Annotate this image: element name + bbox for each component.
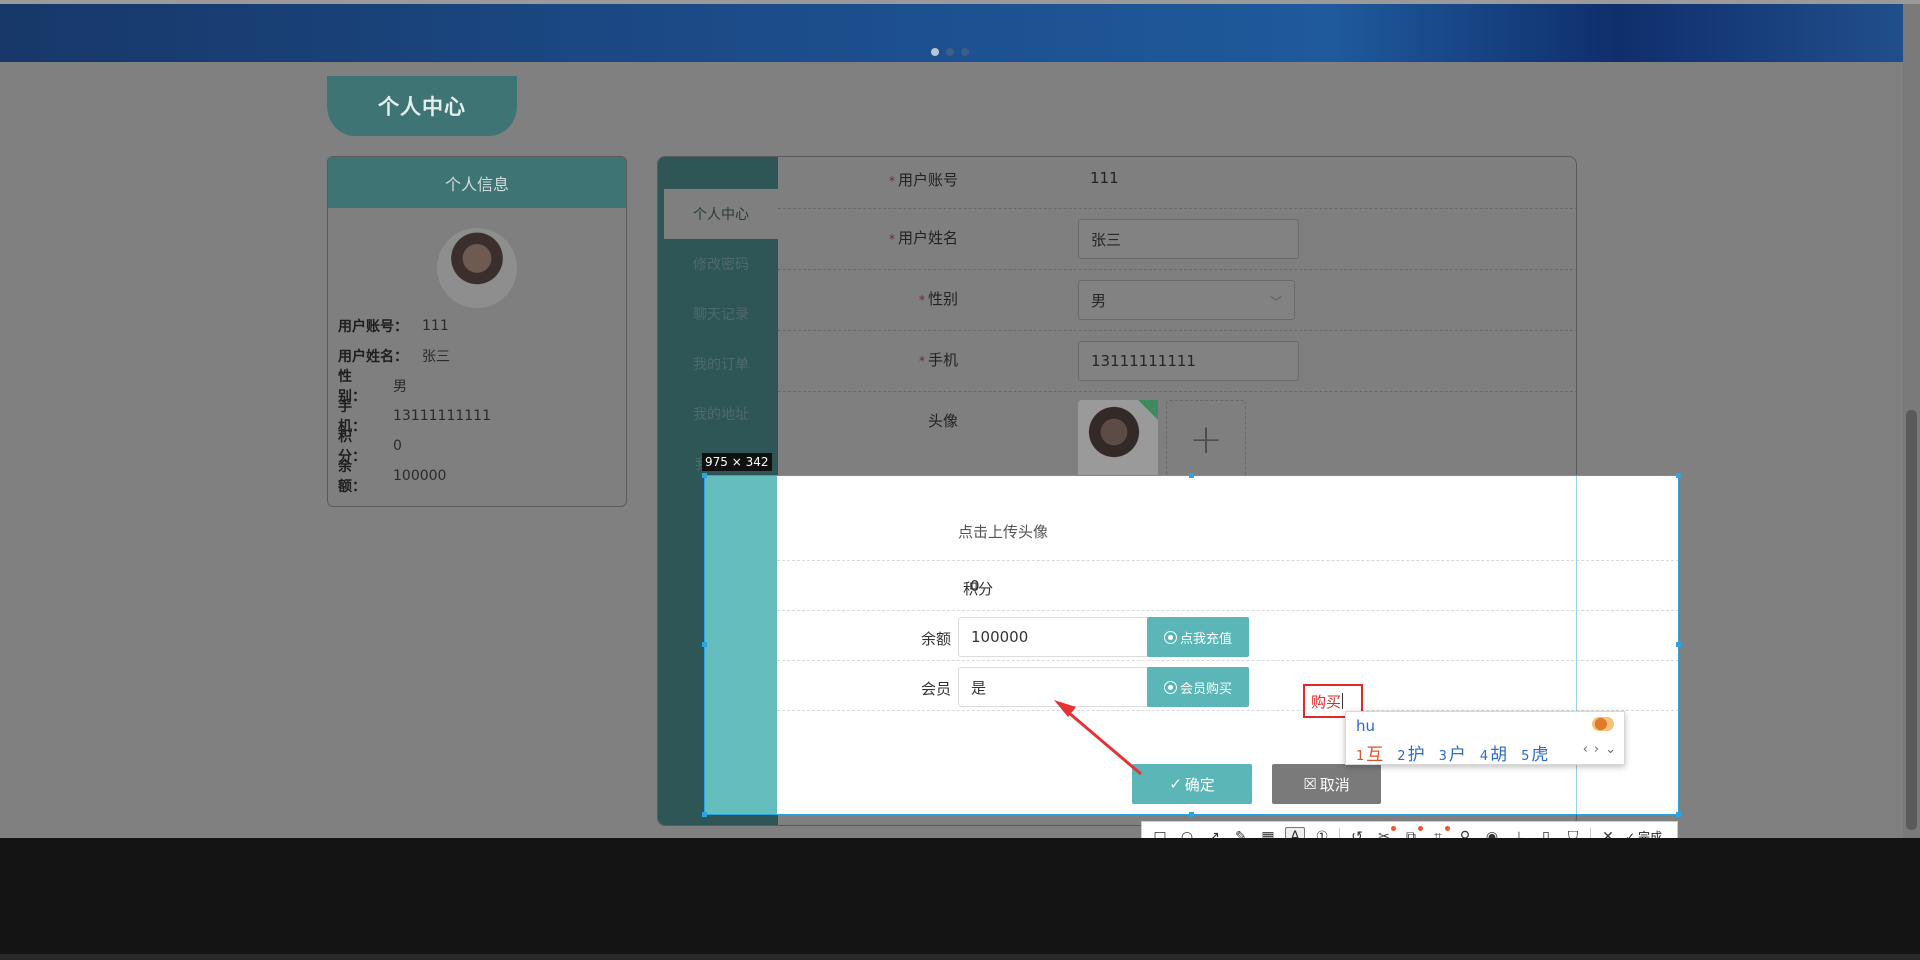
profile-value: 111 (422, 318, 449, 334)
banner-dot[interactable] (961, 48, 969, 56)
resize-handle[interactable] (1676, 812, 1681, 817)
resize-handle[interactable] (1676, 473, 1681, 478)
page-title: 个人中心 (327, 76, 517, 136)
ime-candidate[interactable]: 1互 (1356, 740, 1383, 765)
profile-value: 100000 (393, 468, 447, 484)
form-row-name: * 用户姓名 张三 (778, 209, 1576, 270)
account-label: * 用户账号 (888, 171, 958, 189)
chevron-right-icon[interactable]: › (1594, 742, 1599, 757)
side-nav-item-password[interactable]: 修改密码 (664, 239, 778, 289)
gender-label: * 性别 (918, 290, 958, 308)
resize-handle[interactable] (1676, 642, 1681, 647)
banner-dot[interactable] (931, 48, 939, 56)
form-row-account: * 用户账号 111 (778, 157, 1576, 209)
profile-card: 个人信息 用户账号： 111 用户姓名： 张三 性别：男 手机： 1311111111… (327, 156, 627, 507)
profile-value: 13111111111 (393, 408, 491, 424)
annotation-text: 购买 (1311, 692, 1342, 711)
phone-input[interactable]: 13111111111 (1078, 341, 1299, 381)
side-nav-item-chat[interactable]: 聊天记录 (664, 289, 778, 339)
resize-handle[interactable] (702, 473, 707, 478)
scrollbar-thumb[interactable] (1906, 410, 1917, 830)
banner-dot[interactable] (946, 48, 954, 56)
name-label: * 用户姓名 (888, 229, 958, 247)
ime-page-nav: ‹ › ⌄ (1583, 742, 1616, 757)
profile-card-header: 个人信息 (328, 157, 626, 208)
name-input[interactable]: 张三 (1078, 219, 1299, 259)
profile-info-list: 用户账号： 111 用户姓名： 张三 性别：男 手机： 13111111111 积分：… (338, 311, 491, 495)
ime-candidate-window: hu 1互 2护 3户 4胡 5虎 ‹ › ⌄ (1345, 711, 1625, 765)
avatar-label: 头像 (927, 412, 958, 430)
chevron-left-icon[interactable]: ‹ (1583, 742, 1588, 757)
profile-value: 张三 (422, 349, 450, 365)
footer-bar (0, 954, 1920, 960)
ime-candidate[interactable]: 2护 (1397, 740, 1424, 765)
resize-handle[interactable] (702, 642, 707, 647)
plus-icon: + (1189, 417, 1223, 463)
text-caret (1342, 693, 1344, 709)
avatar (437, 228, 517, 308)
form-row-gender: * 性别 男 ﹀ (778, 270, 1576, 331)
profile-label: 余额： (338, 459, 366, 495)
capture-size-label: 975 × 342 (702, 453, 772, 471)
side-nav-item-orders[interactable]: 我的订单 (664, 339, 778, 389)
ime-candidate[interactable]: 3户 (1439, 740, 1466, 765)
resize-handle[interactable] (1189, 473, 1194, 478)
ime-candidate[interactable]: 4胡 (1480, 740, 1507, 765)
ime-candidate[interactable]: 5虎 (1521, 740, 1548, 765)
ime-candidates: 1互 2护 3户 4胡 5虎 (1356, 740, 1548, 765)
arrow-shaft (1061, 705, 1142, 776)
check-icon (1138, 400, 1158, 420)
gender-select-value: 男 (1091, 291, 1107, 310)
avatar-thumbnail[interactable] (1078, 400, 1158, 480)
resize-handle[interactable] (702, 812, 707, 817)
gender-select[interactable]: 男 ﹀ (1078, 280, 1295, 320)
side-nav-item-profile[interactable]: 个人中心 (664, 189, 778, 239)
form-row-phone: * 手机 13111111111 (778, 331, 1576, 392)
profile-label: 用户姓名： (338, 349, 408, 365)
resize-handle[interactable] (1189, 812, 1194, 817)
chevron-down-icon[interactable]: ⌄ (1605, 742, 1616, 757)
ime-skin-icon[interactable] (1592, 717, 1614, 731)
chevron-down-icon: ﹀ (1269, 295, 1282, 309)
banner-dots (931, 48, 969, 56)
profile-row-account: 用户账号： 111 (338, 311, 491, 341)
profile-label: 用户账号： (338, 319, 408, 335)
profile-value: 男 (393, 379, 407, 395)
add-image-button[interactable]: + (1166, 400, 1246, 480)
profile-row-balance: 余额： 100000 (338, 459, 491, 495)
banner (0, 4, 1903, 62)
phone-label: * 手机 (918, 351, 958, 369)
ime-pinyin: hu (1356, 717, 1376, 735)
account-value: 111 (1090, 169, 1119, 187)
profile-value: 0 (393, 438, 402, 454)
page-footer (0, 838, 1920, 960)
side-nav-item-address[interactable]: 我的地址 (664, 389, 778, 439)
